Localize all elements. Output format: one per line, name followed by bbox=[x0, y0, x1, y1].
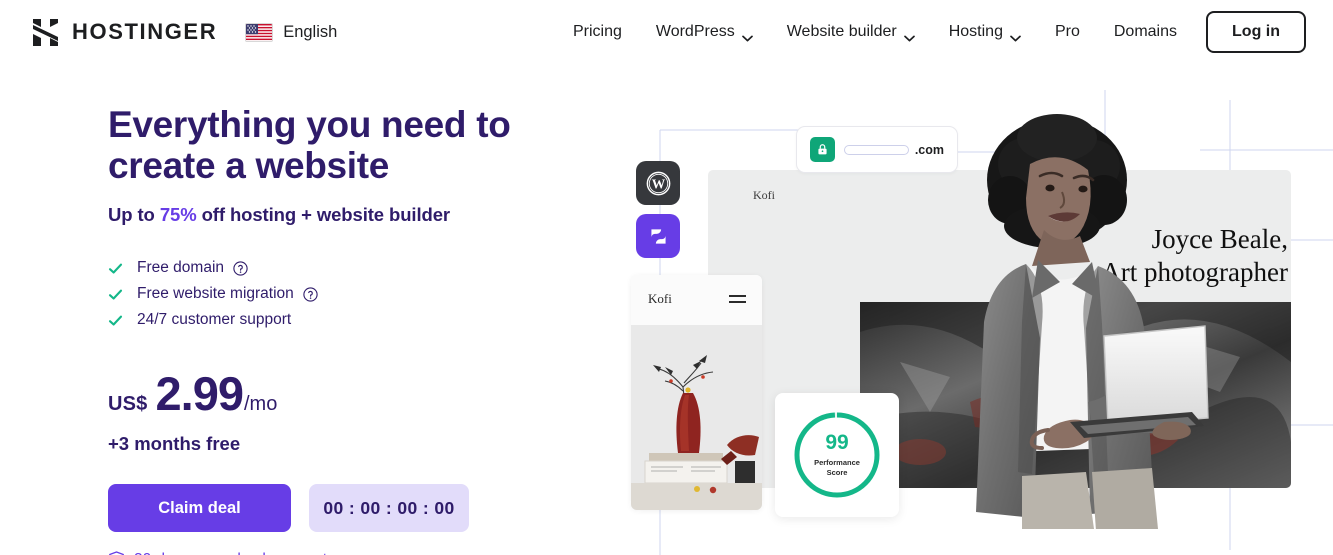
feature-list: Free domain Free website migration 24/7 … bbox=[108, 255, 578, 333]
hamburger-menu-icon[interactable] bbox=[729, 295, 746, 307]
chevron-down-icon bbox=[903, 29, 915, 41]
nav-item-wordpress[interactable]: WordPress bbox=[639, 15, 770, 49]
performance-label-line-1: Performance bbox=[814, 458, 860, 467]
url-input[interactable] bbox=[844, 144, 909, 155]
nav-label: Pro bbox=[1054, 23, 1080, 40]
nav-label: WordPress bbox=[655, 23, 735, 40]
svg-text:W: W bbox=[651, 176, 665, 191]
price-period: /mo bbox=[244, 393, 278, 415]
price-amount: 2.99 bbox=[155, 367, 244, 420]
chevron-down-icon bbox=[1010, 29, 1021, 41]
performance-score-card: 99 Performance Score bbox=[775, 393, 899, 517]
claim-deal-button[interactable]: Claim deal bbox=[108, 484, 291, 532]
performance-score-label: Performance Score bbox=[814, 458, 860, 478]
wordpress-icon[interactable]: W bbox=[636, 161, 680, 205]
check-icon bbox=[108, 287, 123, 302]
feature-label: Free website migration bbox=[137, 285, 294, 302]
question-mark-icon[interactable] bbox=[233, 260, 248, 276]
subhead-post: off hosting + website builder bbox=[196, 204, 451, 225]
check-icon bbox=[108, 261, 123, 276]
mobile-preview-photo bbox=[631, 325, 762, 510]
price-block: US$ 2.99 /mo bbox=[108, 366, 578, 421]
hostinger-builder-icon[interactable] bbox=[636, 214, 680, 258]
nav-item-pro[interactable]: Pro bbox=[1038, 15, 1097, 49]
hero-illustration: Kofi Joyce Beale, Art photographer .com … bbox=[600, 90, 1333, 555]
site-header: HOSTINGER English Pricing WordPress Webs… bbox=[0, 0, 1333, 64]
main-navigation: Pricing WordPress Website builder Hostin… bbox=[556, 11, 1306, 53]
cta-row: Claim deal 00 : 00 : 00 : 00 bbox=[108, 484, 578, 532]
lock-icon bbox=[810, 137, 835, 162]
woman-with-laptop-photo bbox=[952, 104, 1212, 531]
performance-label-line-2: Score bbox=[826, 468, 848, 477]
language-selector[interactable]: English bbox=[245, 22, 338, 42]
mobile-site-preview: Kofi bbox=[631, 275, 762, 510]
nav-label: Pricing bbox=[572, 23, 622, 40]
nav-item-hosting[interactable]: Hosting bbox=[932, 15, 1038, 49]
hero-content: Everything you need to create a website … bbox=[108, 104, 578, 555]
page-title: Everything you need to create a website bbox=[108, 104, 578, 186]
us-flag-icon bbox=[245, 22, 274, 42]
price-currency: US$ bbox=[108, 393, 148, 415]
shield-check-icon bbox=[108, 551, 125, 555]
nav-item-pricing[interactable]: Pricing bbox=[556, 15, 639, 49]
url-bar[interactable]: .com bbox=[796, 126, 958, 173]
feature-item-free-domain: Free domain bbox=[108, 255, 578, 281]
nav-label: Website builder bbox=[786, 23, 897, 40]
brand-logo[interactable]: HOSTINGER bbox=[30, 17, 217, 48]
hostinger-landing-page: HOSTINGER English Pricing WordPress Webs… bbox=[0, 0, 1333, 555]
feature-item-customer-support: 24/7 customer support bbox=[108, 307, 578, 333]
hostinger-logo-icon bbox=[30, 17, 61, 48]
performance-score-value: 99 bbox=[825, 431, 849, 454]
feature-label: 24/7 customer support bbox=[137, 311, 292, 328]
url-domain-suffix: .com bbox=[914, 142, 944, 157]
feature-label: Free domain bbox=[137, 259, 225, 276]
feature-item-free-migration: Free website migration bbox=[108, 281, 578, 307]
login-button[interactable]: Log in bbox=[1206, 11, 1306, 53]
question-mark-icon[interactable] bbox=[303, 286, 318, 302]
nav-item-website-builder[interactable]: Website builder bbox=[770, 15, 932, 49]
mobile-preview-header: Kofi bbox=[631, 275, 762, 325]
check-icon bbox=[108, 313, 123, 328]
headline-line-1: Everything you need to bbox=[108, 104, 511, 145]
headline-line-2: create a website bbox=[108, 145, 390, 186]
hero-subheadline: Up to 75% off hosting + website builder bbox=[108, 204, 578, 226]
desktop-preview-brand: Kofi bbox=[753, 188, 775, 202]
price-bonus: +3 months free bbox=[108, 433, 241, 454]
subhead-pre: Up to bbox=[108, 204, 160, 225]
nav-item-domains[interactable]: Domains bbox=[1097, 15, 1194, 49]
money-back-guarantee: 30-day money-back guarantee bbox=[108, 551, 578, 555]
performance-score-text: 99 Performance Score bbox=[791, 409, 883, 501]
discount-percent: 75% bbox=[159, 204, 197, 225]
guarantee-text: 30-day money-back guarantee bbox=[134, 551, 344, 555]
chevron-down-icon bbox=[741, 29, 753, 41]
language-label: English bbox=[283, 22, 338, 41]
mobile-preview-brand: Kofi bbox=[648, 291, 672, 306]
brand-name: HOSTINGER bbox=[72, 19, 218, 44]
nav-label: Hosting bbox=[948, 23, 1003, 40]
nav-label: Domains bbox=[1113, 23, 1178, 40]
countdown-timer: 00 : 00 : 00 : 00 bbox=[309, 484, 469, 532]
